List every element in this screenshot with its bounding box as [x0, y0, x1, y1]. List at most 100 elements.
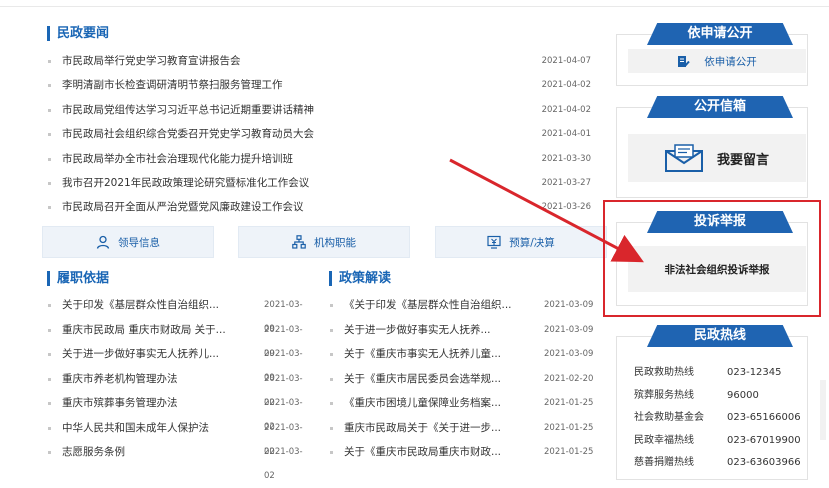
- policy-item-title[interactable]: 《重庆市困境儿童保障业务档案...: [344, 391, 501, 415]
- leader-info-label: 领导信息: [118, 236, 160, 249]
- policy-item-date: 2021-03-09: [544, 349, 594, 359]
- policy-item-title[interactable]: 关于《重庆市民政局重庆市财政...: [344, 440, 501, 464]
- duties-section-title: 履职依据: [47, 271, 109, 286]
- news-list-item[interactable]: 李明清副市长检查调研清明节祭扫服务管理工作 2021-04-02: [48, 73, 596, 97]
- bullet-icon: [330, 426, 333, 430]
- apply-panel-title: 依申请公开: [647, 23, 793, 45]
- policy-item-title[interactable]: 关于《重庆市居民委员会选举规...: [344, 367, 501, 391]
- policy-item-date: 2021-01-25: [544, 398, 594, 408]
- duties-item-title[interactable]: 志愿服务条例: [62, 440, 125, 464]
- news-item-date: 2021-04-07: [541, 56, 591, 66]
- policy-item-date: 2021-03-09: [544, 324, 594, 335]
- policy-item-date: 2021-01-25: [544, 447, 594, 457]
- org-chart-icon: [292, 235, 306, 249]
- hotline-phone: 023-12345: [727, 367, 782, 378]
- hotline-phone: 96000: [727, 389, 759, 401]
- bullet-icon: [48, 133, 51, 137]
- bullet-icon: [48, 304, 51, 307]
- person-icon: [96, 235, 110, 249]
- duties-item-title[interactable]: 关于印发《基层群众性自治组织...: [62, 293, 219, 317]
- hotline-phone: 023-65166006: [727, 412, 801, 424]
- news-item-date: 2021-04-02: [541, 80, 591, 91]
- hotline-name: 民政救助热线: [634, 367, 694, 378]
- duties-list-item[interactable]: 志愿服务条例 2021-03-02: [48, 440, 313, 481]
- org-function-button[interactable]: 机构职能: [238, 226, 410, 258]
- policy-item-title[interactable]: 关于进一步做好事实无人抚养...: [344, 318, 491, 342]
- news-item-title[interactable]: 李明清副市长检查调研清明节祭扫服务管理工作: [62, 73, 283, 97]
- news-item-title[interactable]: 市民政局举办全市社会治理现代化能力提升培训班: [62, 147, 293, 171]
- bullet-icon: [48, 157, 51, 161]
- bullet-icon: [48, 402, 51, 405]
- leader-info-button[interactable]: 领导信息: [42, 226, 214, 258]
- bullet-icon: [48, 181, 51, 185]
- news-item-date: 2021-04-01: [541, 129, 591, 140]
- hotline-name: 慈善捐赠热线: [634, 457, 694, 469]
- edit-form-icon: [678, 55, 690, 67]
- duties-item-title[interactable]: 重庆市殡葬事务管理办法: [62, 391, 178, 415]
- duties-item-title[interactable]: 关于进一步做好事实无人抚养儿...: [62, 342, 219, 366]
- duties-list-item[interactable]: 重庆市殡葬事务管理办法 2021-03-02: [48, 391, 313, 432]
- duties-list-item[interactable]: 中华人民共和国未成年人保护法 2021-03-02: [48, 416, 313, 457]
- hotline-phone: 023-67019900: [727, 434, 801, 446]
- envelope-icon: [664, 144, 703, 172]
- scrollbar-track[interactable]: [820, 380, 826, 440]
- top-divider: [0, 6, 829, 7]
- policy-section-title: 政策解读: [329, 271, 391, 286]
- duties-list-item[interactable]: 重庆市养老机构管理办法 2021-03-02: [48, 367, 313, 408]
- news-item-title[interactable]: 市民政局社会组织综合党委召开党史学习教育动员大会: [62, 122, 314, 146]
- duties-list-item[interactable]: 重庆市民政局 重庆市财政局 关于... 2021-03-09: [48, 318, 313, 359]
- policy-item-title[interactable]: 重庆市民政局关于《关于进一步...: [344, 416, 501, 440]
- policy-list-item[interactable]: 重庆市民政局关于《关于进一步... 2021-01-25: [330, 416, 595, 441]
- bullet-icon: [48, 84, 51, 88]
- hotline-name: 民政幸福热线: [634, 434, 694, 446]
- news-section-title: 民政要闻: [47, 26, 109, 41]
- bullet-icon: [48, 377, 51, 381]
- policy-list-item[interactable]: 《关于印发《基层群众性自治组织... 2021-03-09: [330, 293, 595, 318]
- policy-item-date: 2021-02-20: [544, 373, 594, 384]
- policy-item-title[interactable]: 《关于印发《基层群众性自治组织...: [344, 293, 512, 317]
- news-list-item[interactable]: 市民政局举行党史学习教育宣讲报告会 2021-04-07: [48, 49, 596, 73]
- duties-item-title[interactable]: 重庆市民政局 重庆市财政局 关于...: [62, 318, 226, 342]
- hotline-panel-title: 民政热线: [647, 325, 793, 347]
- leave-message-label: 我要留言: [716, 152, 769, 168]
- news-list-item[interactable]: 市民政局党组传达学习习近平总书记近期重要讲话精神 2021-04-02: [48, 98, 596, 122]
- news-item-title[interactable]: 市民政局举行党史学习教育宣讲报告会: [62, 49, 241, 73]
- news-item-title[interactable]: 我市召开2021年民政政策理论研究暨标准化工作会议: [62, 171, 309, 195]
- policy-list-item[interactable]: 关于《重庆市居民委员会选举规... 2021-02-20: [330, 367, 595, 392]
- news-item-title[interactable]: 市民政局党组传达学习习近平总书记近期重要讲话精神: [62, 98, 314, 122]
- news-list-item[interactable]: 市民政局社会组织综合党委召开党史学习教育动员大会 2021-04-01: [48, 122, 596, 146]
- apply-open-button[interactable]: 依申请公开: [628, 49, 806, 73]
- policy-list-item[interactable]: 《重庆市困境儿童保障业务档案... 2021-01-25: [330, 391, 595, 416]
- policy-list-item[interactable]: 关于《重庆市事实无人抚养儿童... 2021-03-09: [330, 342, 595, 367]
- bullet-icon: [48, 108, 51, 112]
- duties-item-date: 2021-03-02: [264, 447, 303, 481]
- bullet-icon: [48, 451, 51, 454]
- policy-list-item[interactable]: 关于《重庆市民政局重庆市财政... 2021-01-25: [330, 440, 595, 465]
- policy-item-date: 2021-03-09: [544, 300, 594, 310]
- news-item-date: 2021-04-02: [541, 104, 591, 115]
- illegal-org-report-label: 非法社会组织投诉举报: [664, 263, 770, 276]
- org-function-label: 机构职能: [314, 236, 356, 249]
- duties-item-title[interactable]: 重庆市养老机构管理办法: [62, 367, 178, 391]
- policy-item-date: 2021-01-25: [544, 422, 594, 433]
- hotline-name: 社会救助基金会: [634, 412, 704, 424]
- bullet-icon: [48, 206, 51, 210]
- policy-list-item[interactable]: 关于进一步做好事实无人抚养... 2021-03-09: [330, 318, 595, 343]
- hotline-name: 殡葬服务热线: [634, 389, 694, 401]
- hotline-phone: 023-63603966: [727, 457, 801, 469]
- annotation-arrow: [449, 158, 644, 263]
- bullet-icon: [48, 328, 51, 332]
- duties-list: 关于印发《基层群众性自治组织... 2021-03-09 重庆市民政局 重庆市财政局…: [48, 293, 313, 481]
- bullet-icon: [330, 451, 333, 454]
- duties-list-item[interactable]: 关于进一步做好事实无人抚养儿... 2021-03-09: [48, 342, 313, 383]
- policy-item-title[interactable]: 关于《重庆市事实无人抚养儿童...: [344, 342, 501, 366]
- mailbox-panel-title: 公开信箱: [647, 96, 793, 118]
- duties-list-item[interactable]: 关于印发《基层群众性自治组织... 2021-03-09: [48, 293, 313, 334]
- bullet-icon: [330, 377, 333, 381]
- news-item-title[interactable]: 市民政局召开全面从严治党暨党风廉政建设工作会议: [62, 195, 304, 219]
- bullet-icon: [48, 353, 51, 356]
- apply-open-label: 依申请公开: [704, 55, 757, 68]
- complaint-panel-title: 投诉举报: [647, 211, 793, 233]
- duties-item-title[interactable]: 中华人民共和国未成年人保护法: [62, 416, 209, 440]
- bullet-icon: [330, 328, 333, 332]
